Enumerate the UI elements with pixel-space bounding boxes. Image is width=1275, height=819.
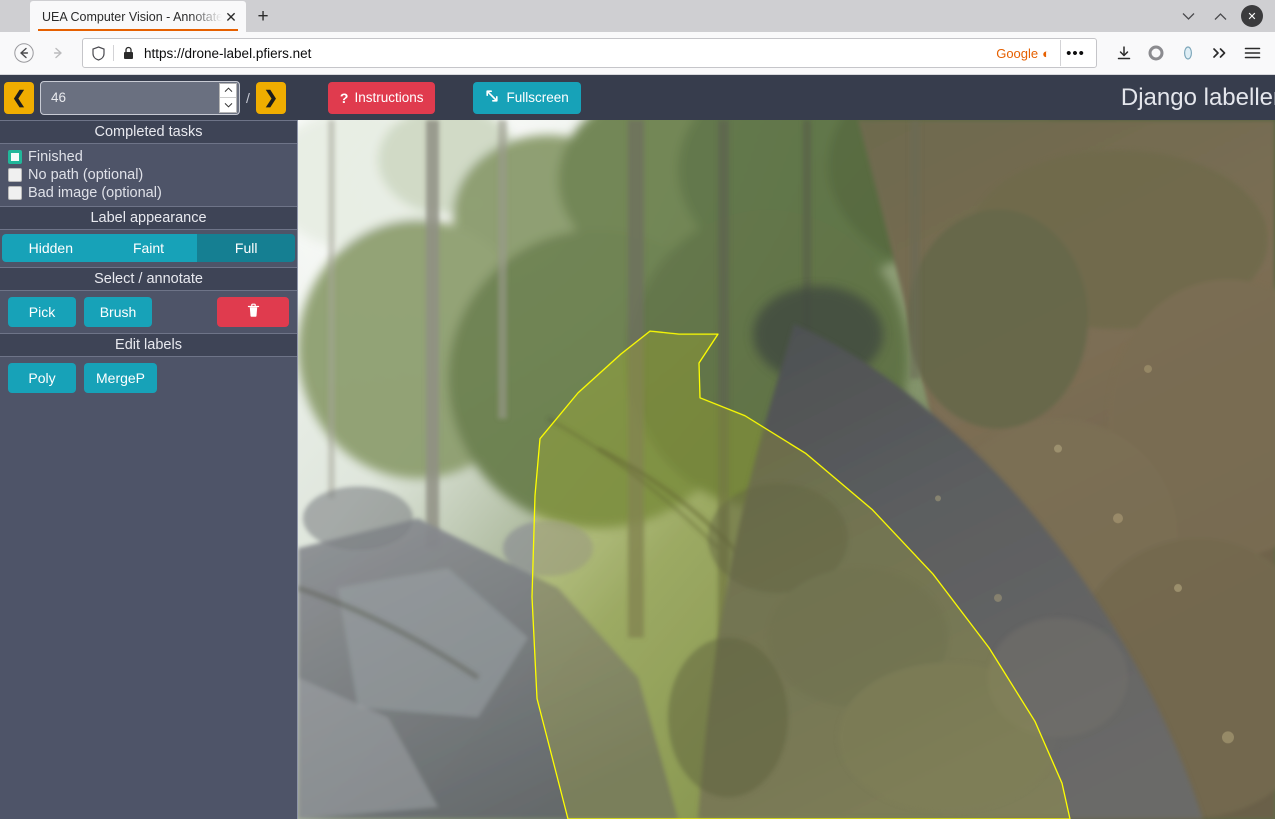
fullscreen-button[interactable]: Fullscreen <box>473 81 581 114</box>
next-image-button[interactable]: ❯ <box>255 81 286 114</box>
section-header-completed-tasks: Completed tasks <box>0 120 297 144</box>
trash-icon <box>247 303 260 321</box>
tab-strip: UEA Computer Vision - Annotate ✕ + ✕ <box>0 0 1275 32</box>
checkbox-label-bad-image: Bad image (optional) <box>28 185 162 201</box>
segment-full[interactable]: Full <box>197 234 296 262</box>
checkbox-no-path[interactable] <box>8 168 22 182</box>
merge-poly-button[interactable]: MergeP <box>84 363 158 393</box>
container-tab-icon[interactable] <box>1173 38 1203 68</box>
checkbox-row-no-path[interactable]: No path (optional) <box>0 166 297 184</box>
fullscreen-label: Fullscreen <box>506 90 569 105</box>
section-header-select-annotate: Select / annotate <box>0 267 297 291</box>
app-body: Completed tasks Finished No path (option… <box>0 120 1275 819</box>
minimize-icon[interactable] <box>1177 5 1199 27</box>
checkbox-bad-image[interactable] <box>8 186 22 200</box>
instructions-button[interactable]: ? Instructions <box>327 81 436 114</box>
edit-labels-buttons: Poly MergeP <box>0 357 297 399</box>
fingerprint-icon: ◐ <box>1042 45 1050 61</box>
url-bar[interactable]: https://drone-label.pfiers.net Google ◐ … <box>82 38 1097 68</box>
segment-hidden[interactable]: Hidden <box>2 234 100 262</box>
image-index-input[interactable]: 46 <box>40 80 240 115</box>
tab-strip-spacer <box>0 0 30 32</box>
section-header-edit-labels: Edit labels <box>0 333 297 357</box>
checkbox-row-finished[interactable]: Finished <box>0 148 297 166</box>
stepper-up-icon[interactable] <box>220 84 236 98</box>
page-actions-button[interactable]: ••• <box>1060 40 1090 66</box>
sidebar-empty-space <box>0 399 297 819</box>
new-tab-button[interactable]: + <box>246 2 280 32</box>
tab-title: UEA Computer Vision - Annotate <box>42 9 222 24</box>
app-title: Django labeller <box>1120 83 1275 111</box>
previous-image-button[interactable]: ❮ <box>4 81 34 114</box>
lock-icon[interactable] <box>120 46 136 60</box>
url-separator <box>113 45 114 61</box>
navigation-toolbar: https://drone-label.pfiers.net Google ◐ … <box>0 32 1275 75</box>
search-engine-label: Google <box>996 45 1039 61</box>
browser-tab[interactable]: UEA Computer Vision - Annotate ✕ <box>30 1 246 32</box>
tools-sidebar: Completed tasks Finished No path (option… <box>0 120 298 819</box>
completed-tasks-body: Finished No path (optional) Bad image (o… <box>0 144 297 206</box>
maximize-icon[interactable] <box>1209 5 1231 27</box>
section-header-label-appearance: Label appearance <box>0 206 297 230</box>
browser-tool-icons <box>1105 38 1267 68</box>
annotation-svg[interactable] <box>298 120 1275 819</box>
expand-arrows-icon <box>485 89 499 106</box>
forward-button[interactable] <box>42 37 74 69</box>
downloads-icon[interactable] <box>1109 38 1139 68</box>
shield-icon[interactable] <box>89 44 107 62</box>
checkbox-finished[interactable] <box>8 150 22 164</box>
instructions-label: Instructions <box>354 90 424 105</box>
stepper-down-icon[interactable] <box>220 98 236 112</box>
poly-tool-button[interactable]: Poly <box>8 363 76 393</box>
annotation-canvas[interactable] <box>298 120 1275 819</box>
close-icon[interactable]: ✕ <box>222 8 240 26</box>
back-button[interactable] <box>8 37 40 69</box>
browser-window: UEA Computer Vision - Annotate ✕ + ✕ htt… <box>0 0 1275 819</box>
checkbox-row-bad-image[interactable]: Bad image (optional) <box>0 184 297 202</box>
url-text[interactable]: https://drone-label.pfiers.net <box>142 46 990 61</box>
checkbox-label-finished: Finished <box>28 149 83 165</box>
index-total-separator: / <box>246 89 250 106</box>
segment-faint[interactable]: Faint <box>99 234 198 262</box>
image-index-value: 46 <box>51 90 67 105</box>
question-mark-icon: ? <box>339 89 349 106</box>
select-annotate-buttons: Pick Brush <box>0 291 297 333</box>
brush-tool-button[interactable]: Brush <box>84 297 152 327</box>
search-engine-shortcut[interactable]: Google ◐ <box>996 46 1054 61</box>
checkbox-label-no-path: No path (optional) <box>28 167 144 183</box>
window-close-icon[interactable]: ✕ <box>1241 5 1263 27</box>
overflow-chevrons-icon[interactable] <box>1205 38 1235 68</box>
app-toolbar: ❮ 46 / ❯ ? Instructions Fullscreen Djang… <box>0 75 1275 120</box>
window-controls: ✕ <box>1177 0 1271 32</box>
labeller-app: ❮ 46 / ❯ ? Instructions Fullscreen Djang… <box>0 75 1275 819</box>
account-circle-icon[interactable] <box>1141 38 1171 68</box>
image-index-stepper[interactable] <box>219 82 237 113</box>
label-appearance-segmented-control: Hidden Faint Full <box>0 230 297 267</box>
pick-tool-button[interactable]: Pick <box>8 297 76 327</box>
hamburger-menu-icon[interactable] <box>1237 38 1267 68</box>
delete-label-button[interactable] <box>217 297 289 327</box>
